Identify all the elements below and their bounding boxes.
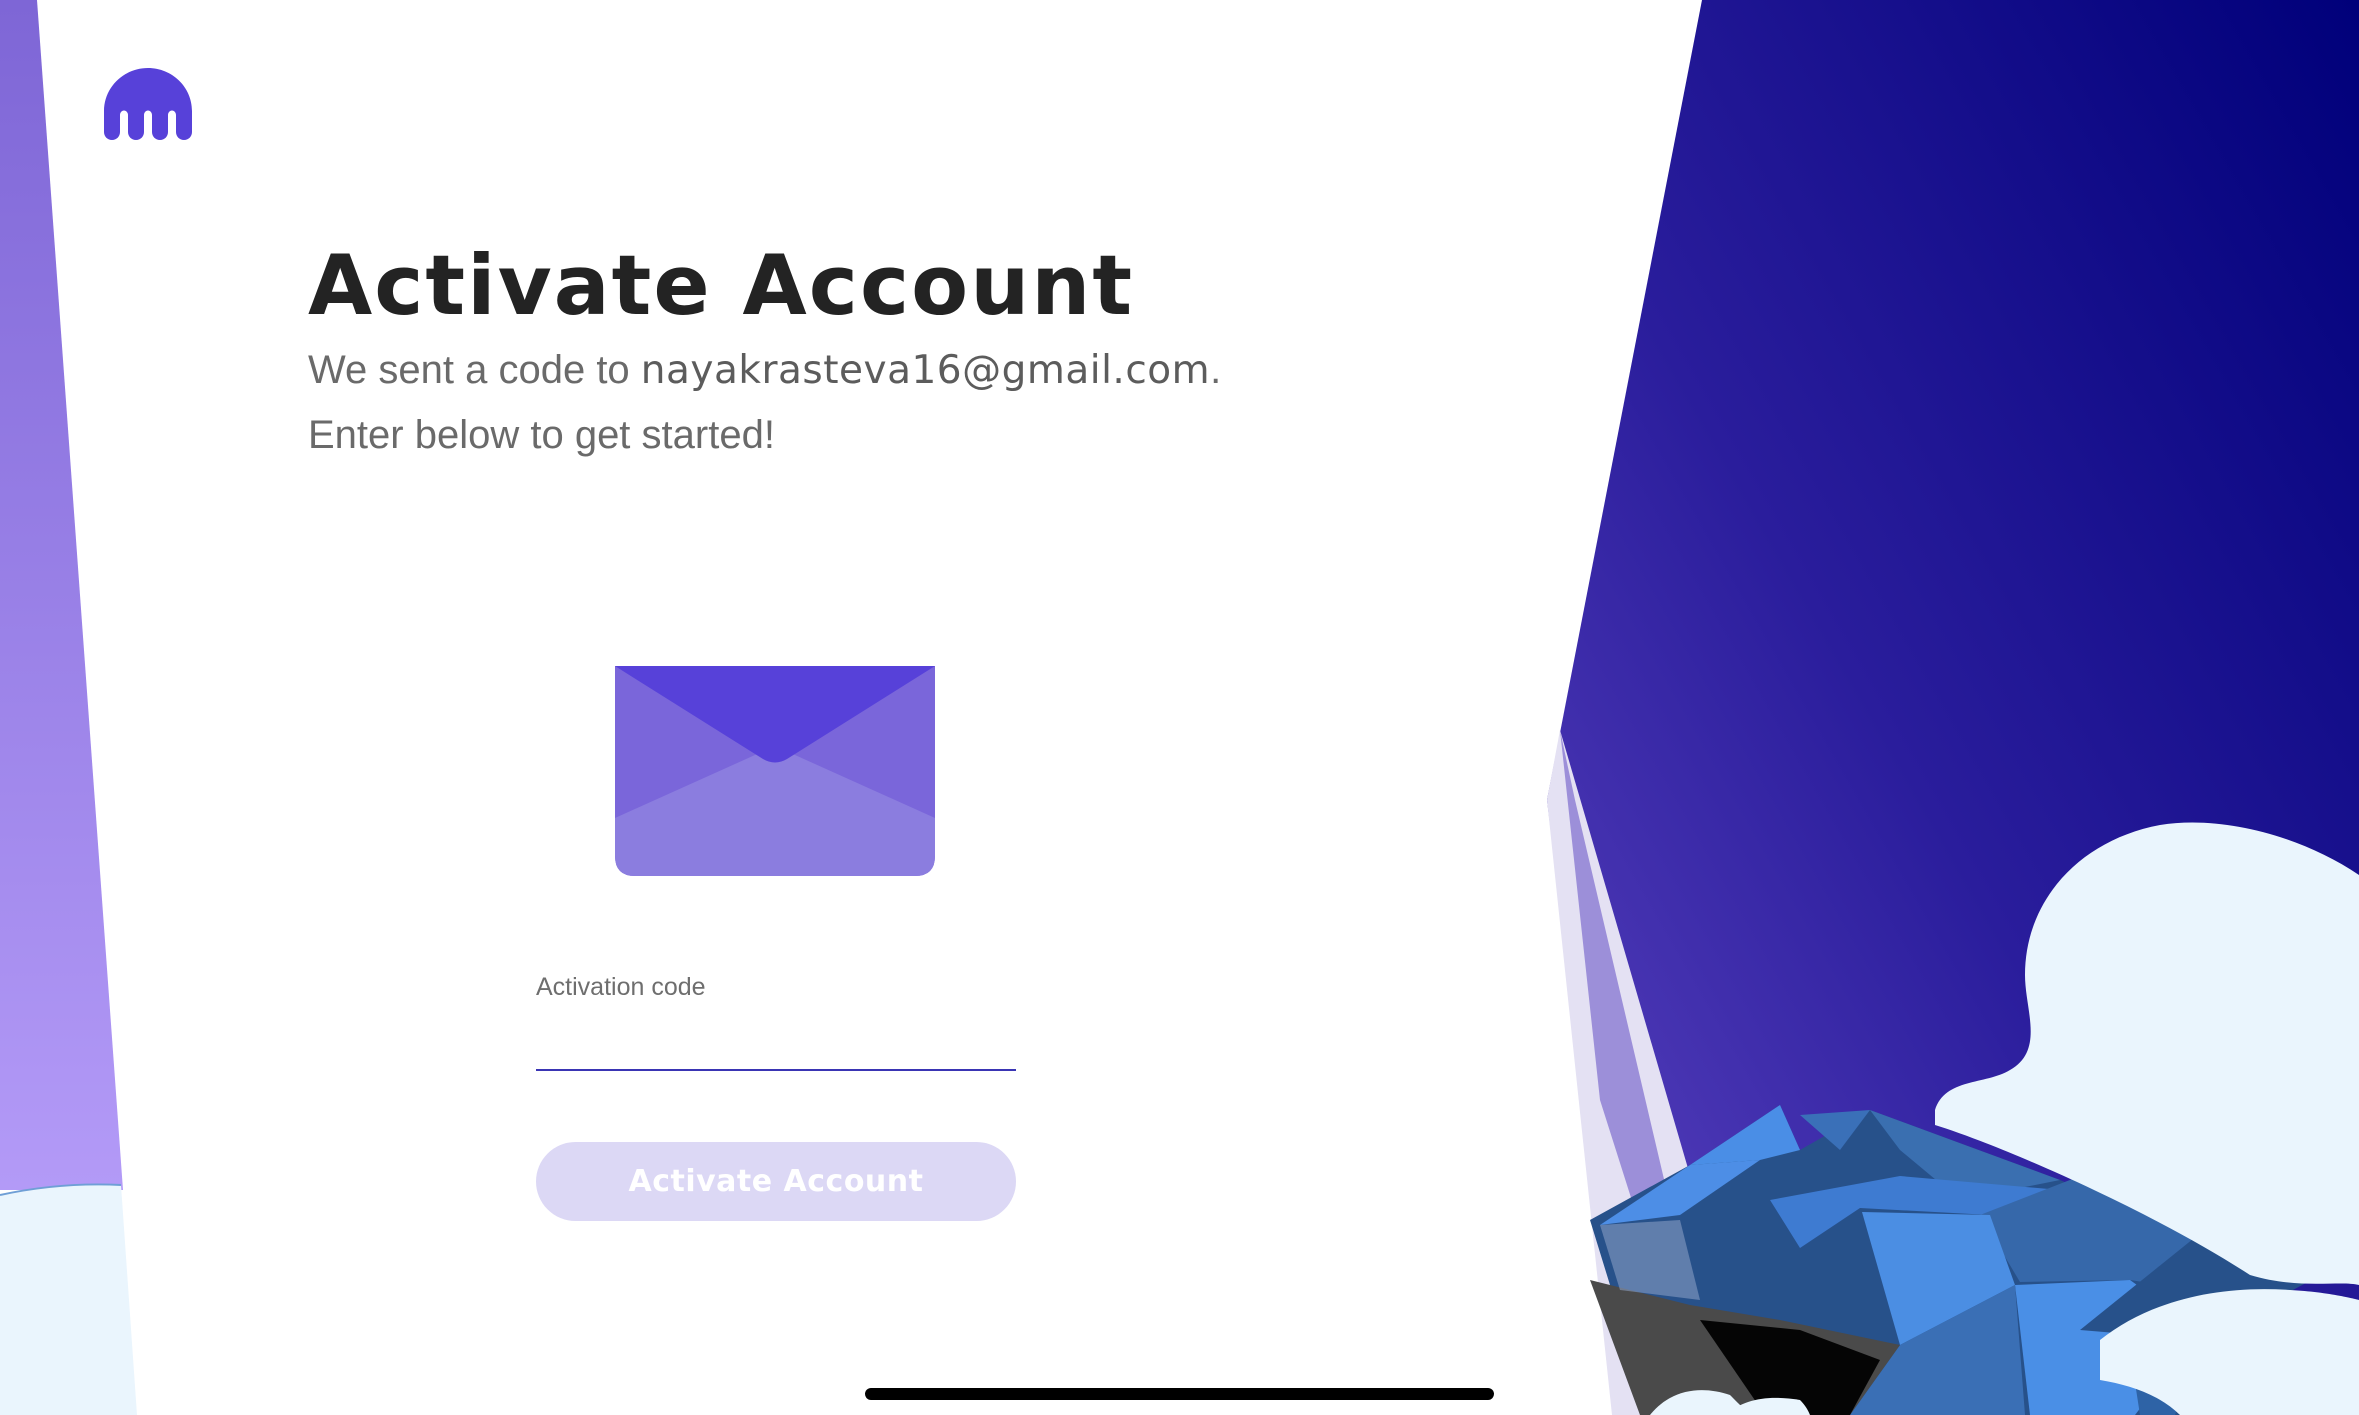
activate-account-button[interactable]: Activate Account <box>536 1142 1016 1221</box>
kraken-logo-icon <box>104 68 192 140</box>
activation-code-input[interactable] <box>536 1013 1016 1071</box>
envelope-icon <box>615 666 935 876</box>
activation-code-label: Activation code <box>536 973 706 1001</box>
home-indicator <box>865 1388 1494 1400</box>
email-address: nayakrasteva16@gmail.com <box>640 348 1211 393</box>
page-title: Activate Account <box>308 237 1135 334</box>
subtitle-line-2: Enter below to get started! <box>308 413 775 457</box>
subtitle-prefix: We sent a code to <box>308 348 641 392</box>
right-background-scene <box>1547 0 2359 1415</box>
subtitle-suffix: . <box>1210 348 1222 392</box>
activation-code-field: Activation code <box>536 973 1016 1073</box>
subtitle-line-1: We sent a code to nayakrasteva16@gmail.c… <box>308 345 1221 396</box>
